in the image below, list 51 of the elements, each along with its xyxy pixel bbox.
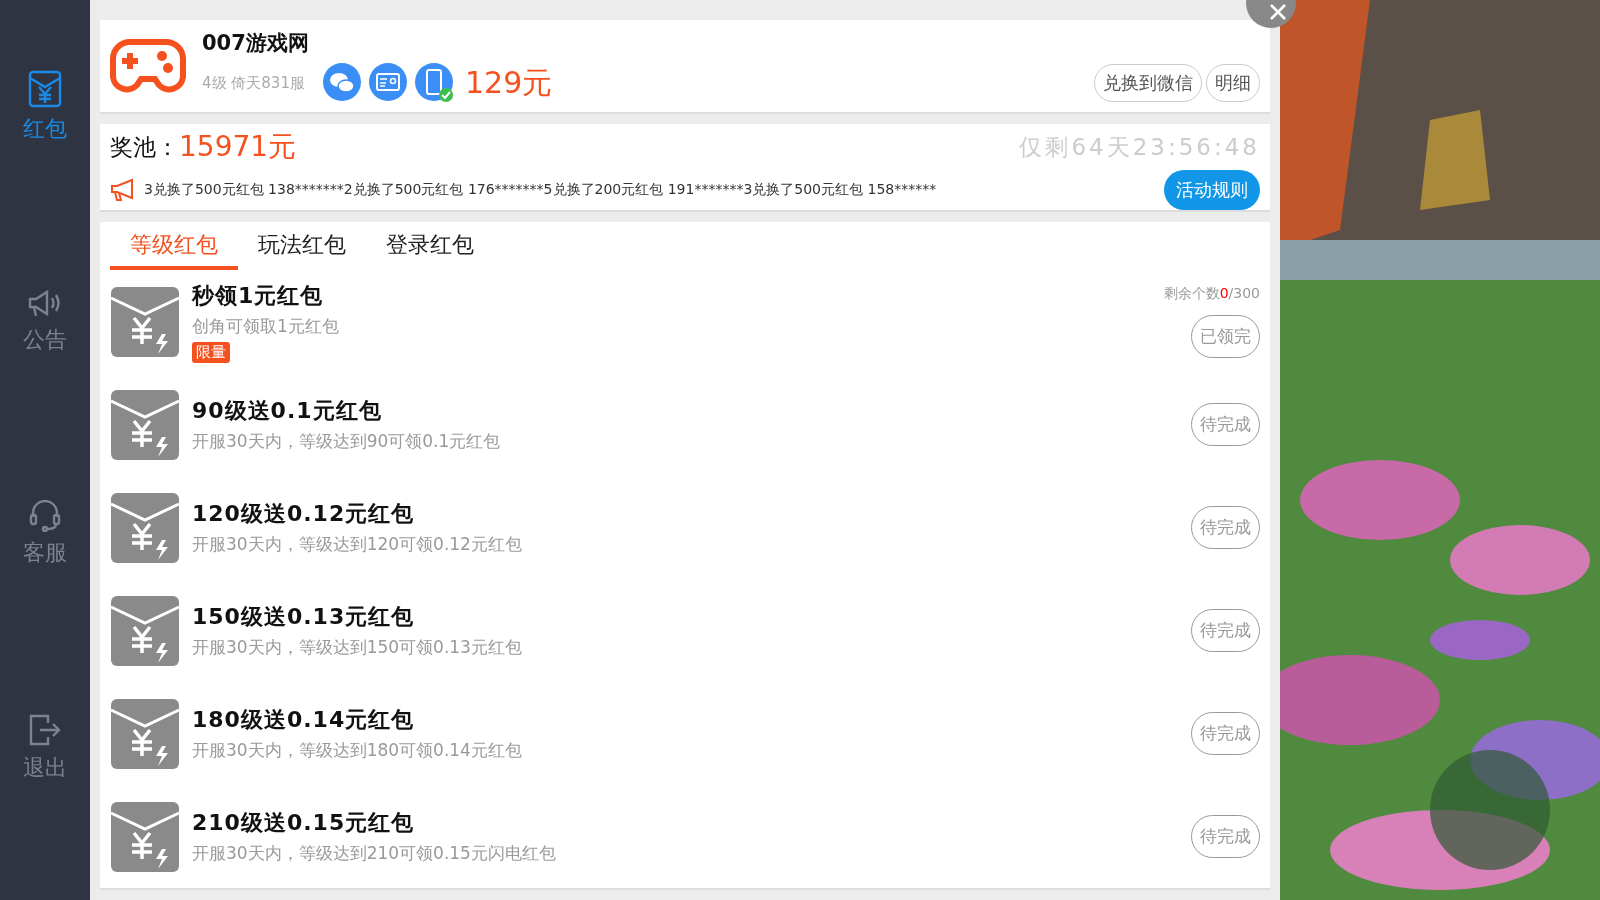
megaphone-icon	[110, 178, 136, 202]
sidebar-item[interactable]: 退出	[23, 713, 67, 783]
reward-description: 开服30天内，等级达到210可领0.15元闪电红包	[192, 842, 556, 865]
reward-description: 创角可领取1元红包	[192, 314, 339, 338]
reward-title: 150级送0.13元红包	[192, 603, 416, 631]
envelope-icon	[110, 800, 180, 873]
reward-title: 180级送0.14元红包	[192, 706, 416, 734]
reward-description: 开服30天内，等级达到150可领0.13元红包	[192, 636, 522, 659]
pool-label: 奖池：	[110, 132, 179, 162]
megaphone-icon	[27, 289, 63, 319]
reward-description: 开服30天内，等级达到90可领0.1元红包	[192, 430, 501, 453]
balance: 129元	[464, 63, 553, 102]
gamepad-icon	[110, 37, 186, 95]
close-icon	[1269, 3, 1287, 21]
account-button[interactable]: 明细	[1206, 64, 1260, 102]
reward-description: 开服30天内，等级达到180可领0.14元红包	[192, 739, 522, 762]
rules-button[interactable]: 活动规则	[1164, 170, 1260, 210]
status-button[interactable]: 待完成	[1191, 506, 1260, 549]
envelope-icon	[28, 70, 62, 108]
status-button[interactable]: 待完成	[1191, 712, 1260, 755]
reward-title: 90级送0.1元红包	[192, 397, 383, 425]
status-button[interactable]: 待完成	[1191, 609, 1260, 652]
account-info: 4级 倚天831服	[202, 73, 305, 93]
status-button[interactable]: 待完成	[1191, 403, 1260, 446]
remaining-total: /300	[1228, 285, 1260, 303]
reward-description: 开服30天内，等级达到120可领0.12元红包	[192, 533, 522, 556]
envelope-icon	[110, 388, 180, 461]
account-button[interactable]: 兑换到微信	[1094, 64, 1202, 102]
reward-title: 秒领1元红包	[192, 281, 325, 310]
limited-tag: 限量	[192, 341, 230, 363]
sidebar-item[interactable]: 公告	[23, 289, 67, 355]
pool-amount: 15971元	[179, 129, 297, 165]
remaining-count: 0	[1219, 285, 1229, 303]
envelope-icon	[110, 697, 180, 770]
remaining-label: 剩余个数	[1163, 285, 1220, 303]
tab[interactable]: 登录红包	[366, 222, 494, 270]
logout-icon	[28, 713, 62, 747]
account-name: 007游戏网	[202, 29, 310, 57]
envelope-icon	[110, 594, 180, 667]
sidebar-item[interactable]: 红包	[23, 70, 67, 144]
reward-title: 120级送0.12元红包	[192, 500, 416, 528]
tab[interactable]: 等级红包	[110, 222, 238, 270]
reward-title: 210级送0.15元红包	[192, 809, 416, 837]
status-button[interactable]: 待完成	[1191, 815, 1260, 858]
sidebar-item[interactable]: 客服	[23, 500, 67, 568]
headset-icon	[28, 500, 62, 532]
status-button[interactable]: 已领完	[1191, 315, 1260, 358]
ticker-text: 3兑换了500元红包 138*******2兑换了500元红包 176*******5兑换了200元红包 191*******3兑换了500元红包 158******	[144, 181, 938, 199]
envelope-icon	[110, 491, 180, 564]
tab[interactable]: 玩法红包	[238, 222, 366, 270]
envelope-icon	[110, 285, 180, 358]
